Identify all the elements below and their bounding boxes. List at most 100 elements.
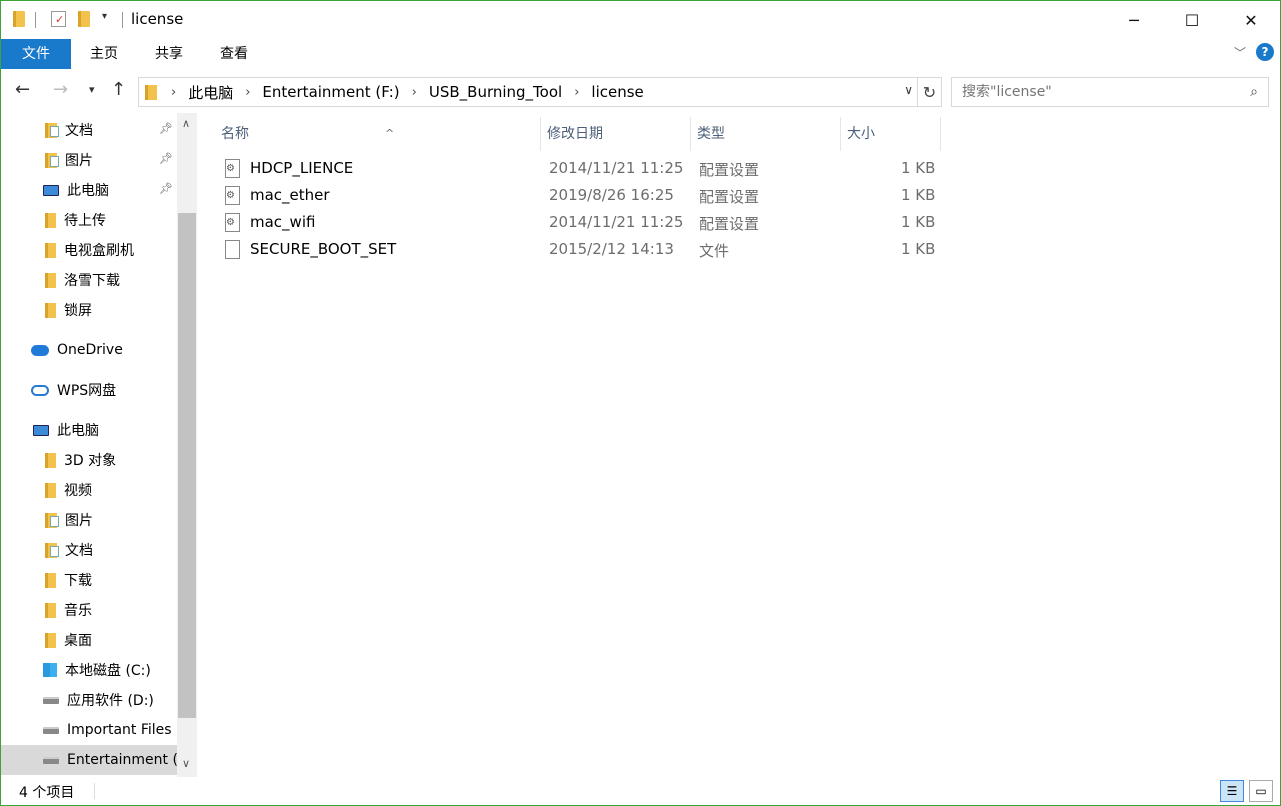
nav-scrollbar[interactable]: ∧ ∨: [177, 113, 197, 777]
nav-item-drive-c[interactable]: 本地磁盘 (C:): [1, 655, 177, 685]
nav-item-onedrive[interactable]: OneDrive: [1, 335, 177, 365]
back-arrow-icon[interactable]: ←: [15, 79, 30, 100]
status-bar: 4 个项目 ☰ ▭: [1, 777, 1280, 805]
chevron-right-icon[interactable]: ›: [574, 85, 579, 100]
breadcrumb-usb-burning-tool[interactable]: USB_Burning_Tool: [429, 83, 562, 101]
chevron-right-icon[interactable]: ›: [171, 85, 176, 100]
pictures-icon: [45, 512, 59, 528]
tab-view[interactable]: 查看: [207, 39, 261, 69]
nav-item-3d-objects[interactable]: 3D 对象: [1, 445, 177, 475]
nav-item-pending-upload[interactable]: 待上传: [1, 205, 177, 235]
search-input[interactable]: [952, 78, 1232, 106]
nav-item-label: 图片: [65, 153, 93, 169]
nav-item-wps-cloud[interactable]: WPS网盘: [1, 375, 177, 405]
new-folder-icon[interactable]: [78, 11, 90, 27]
recent-locations-icon[interactable]: ▾: [89, 83, 95, 96]
nav-item-entertainment[interactable]: Entertainment (: [1, 745, 177, 775]
nav-item-label: 锁屏: [64, 303, 92, 319]
ribbon-tabs: 文件 主页 共享 查看 ﹀ ?: [1, 39, 1280, 69]
nav-item-downloads[interactable]: 下载: [1, 565, 177, 595]
nav-item-documents-pc[interactable]: 文档: [1, 535, 177, 565]
address-bar[interactable]: › 此电脑 › Entertainment (F:) › USB_Burning…: [138, 77, 918, 107]
file-row[interactable]: mac_ether 2019/8/26 16:25 配置设置 1 KB: [203, 182, 943, 209]
file-name: HDCP_LIENCE: [250, 159, 354, 177]
file-size: 1 KB: [901, 159, 936, 177]
config-file-icon: [225, 159, 240, 178]
file-type: 配置设置: [699, 215, 760, 233]
config-file-icon: [225, 213, 240, 232]
nav-item-pictures-pc[interactable]: 图片: [1, 505, 177, 535]
up-arrow-icon[interactable]: ↑: [111, 79, 126, 100]
nav-item-label: 本地磁盘 (C:): [65, 663, 151, 679]
ribbon-controls: ﹀ ?: [1234, 43, 1274, 61]
breadcrumb-this-pc[interactable]: 此电脑: [188, 82, 233, 103]
nav-item-drive-d[interactable]: 应用软件 (D:): [1, 685, 177, 715]
nav-item-desktop[interactable]: 桌面: [1, 625, 177, 655]
nav-item-tvbox-flash[interactable]: 电视盒刷机: [1, 235, 177, 265]
large-icons-view-icon[interactable]: ▭: [1249, 780, 1273, 802]
documents-icon: [45, 542, 59, 558]
breadcrumb-license[interactable]: license: [591, 83, 643, 101]
forward-arrow-icon[interactable]: →: [53, 79, 68, 100]
nav-item-label: 桌面: [64, 633, 92, 649]
folder-icon: [45, 212, 56, 228]
nav-item-label: 文档: [65, 543, 93, 559]
file-row[interactable]: SECURE_BOOT_SET 2015/2/12 14:13 文件 1 KB: [203, 236, 943, 263]
nav-item-label: 视频: [64, 483, 92, 499]
tab-file[interactable]: 文件: [1, 39, 71, 69]
pin-icon[interactable]: 📌︎: [159, 182, 173, 195]
properties-icon[interactable]: ✓: [51, 11, 66, 27]
nav-item-label: 电视盒刷机: [64, 243, 134, 259]
window-title: license: [131, 10, 184, 28]
tab-share[interactable]: 共享: [142, 39, 196, 69]
nav-item-this-pc-quick[interactable]: 此电脑 📌︎: [1, 175, 177, 205]
computer-icon: [43, 184, 59, 196]
minimize-button[interactable]: ─: [1104, 1, 1164, 39]
maximize-button[interactable]: ☐: [1162, 1, 1222, 39]
chevron-right-icon[interactable]: ›: [412, 85, 417, 100]
nav-item-this-pc[interactable]: 此电脑: [1, 415, 177, 445]
nav-item-lockscreen[interactable]: 锁屏: [1, 295, 177, 325]
tab-home[interactable]: 主页: [77, 39, 131, 69]
search-icon[interactable]: ⌕: [1250, 84, 1258, 100]
nav-item-important-files[interactable]: Important Files: [1, 715, 177, 745]
chevron-down-icon[interactable]: ∨: [182, 757, 190, 770]
nav-item-pictures[interactable]: 图片 📌︎: [1, 145, 177, 175]
pictures-icon: [45, 152, 59, 168]
column-header-modified[interactable]: 修改日期: [541, 117, 691, 151]
column-header-name[interactable]: 名称 ^: [215, 117, 541, 151]
customize-toolbar-icon[interactable]: ▾: [102, 11, 107, 22]
file-row[interactable]: mac_wifi 2014/11/21 11:25 配置设置 1 KB: [203, 209, 943, 236]
expand-ribbon-icon[interactable]: ﹀: [1234, 44, 1246, 61]
scrollbar-thumb[interactable]: [178, 213, 196, 718]
nav-item-label: 图片: [65, 513, 93, 529]
nav-item-luoxue-download[interactable]: 洛雪下载: [1, 265, 177, 295]
nav-item-label: Entertainment (: [67, 752, 177, 768]
file-name: mac_wifi: [250, 213, 316, 231]
nav-item-documents[interactable]: 文档 📌︎: [1, 115, 177, 145]
details-view-icon[interactable]: ☰: [1220, 780, 1244, 802]
chevron-right-icon[interactable]: ›: [245, 85, 250, 100]
pin-icon[interactable]: 📌︎: [159, 152, 173, 165]
nav-item-videos[interactable]: 视频: [1, 475, 177, 505]
file-list: 名称 ^ 修改日期 类型 大小 HDCP_LIENCE 2014/11/21 1…: [203, 113, 1280, 777]
close-button[interactable]: ✕: [1221, 1, 1280, 39]
nav-item-music[interactable]: 音乐: [1, 595, 177, 625]
title-bar: ✓ ▾ license ─ ☐ ✕: [1, 1, 1280, 39]
divider: [35, 12, 36, 28]
column-header-size[interactable]: 大小: [841, 117, 941, 151]
file-type: 文件: [699, 242, 730, 260]
chevron-down-icon[interactable]: ∨: [904, 83, 913, 97]
column-header-type[interactable]: 类型: [691, 117, 841, 151]
refresh-icon[interactable]: ↻: [918, 77, 942, 107]
folder-icon: [13, 11, 25, 27]
file-modified: 2019/8/26 16:25: [549, 186, 674, 204]
search-box: ⌕: [951, 77, 1269, 107]
chevron-up-icon[interactable]: ∧: [182, 117, 190, 130]
breadcrumb-drive[interactable]: Entertainment (F:): [262, 83, 399, 101]
nav-item-label: 此电脑: [67, 183, 109, 199]
help-icon[interactable]: ?: [1256, 43, 1274, 61]
file-row[interactable]: HDCP_LIENCE 2014/11/21 11:25 配置设置 1 KB: [203, 155, 943, 182]
file-size: 1 KB: [901, 240, 936, 258]
pin-icon[interactable]: 📌︎: [159, 122, 173, 135]
